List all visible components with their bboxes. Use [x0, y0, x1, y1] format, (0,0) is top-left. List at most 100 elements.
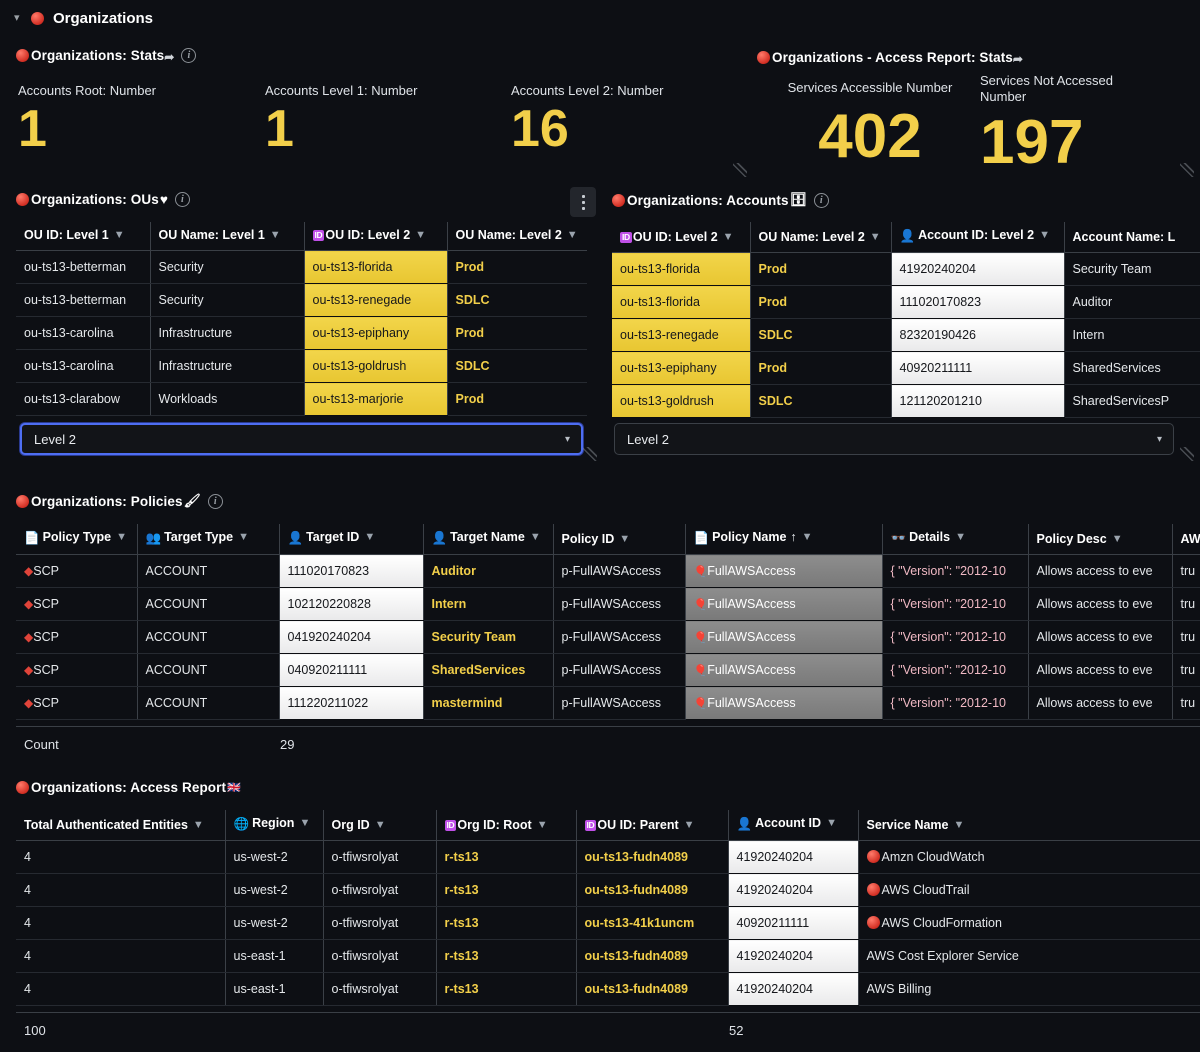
filter-icon[interactable]: ▼	[1039, 229, 1050, 241]
filter-icon[interactable]: ▼	[567, 229, 578, 241]
table-row[interactable]: ou-ts13-clarabow Workloads ou-ts13-marjori…	[16, 382, 587, 416]
red-dot-icon	[31, 12, 44, 25]
filter-icon[interactable]: ▼	[870, 231, 881, 243]
chevron-down-icon[interactable]: ▾	[1157, 434, 1162, 445]
cell-details: { "Version": "2012-10	[881, 554, 1028, 588]
resize-handle[interactable]	[583, 447, 597, 461]
cell-account-name-level-2: Security Team	[1063, 252, 1200, 286]
col-target-id[interactable]: 👤 Target ID ▼	[278, 524, 423, 555]
table-row[interactable]: ou-ts13-renegade SDLC 82320190426 Intern	[612, 318, 1200, 352]
col-details[interactable]: 👓 Details ▼	[881, 524, 1028, 555]
col-policy-type[interactable]: 📄 Policy Type ▼	[16, 524, 137, 555]
col-ou-name-level-2[interactable]: OU Name: Level 2 ▼	[749, 222, 891, 253]
filter-icon[interactable]: ▼	[415, 229, 426, 241]
filter-icon[interactable]: ▼	[954, 819, 965, 831]
table-row[interactable]: ◆SCP ACCOUNT 111220211022 mastermind p-FullA…	[16, 686, 1200, 720]
filter-icon[interactable]: ▼	[364, 531, 375, 543]
table-row[interactable]: ou-ts13-florida Prod 111020170823 Auditor	[612, 285, 1200, 319]
col-account-id[interactable]: 👤 Account ID ▼	[727, 810, 858, 841]
info-icon[interactable]: i	[174, 192, 190, 207]
cell-total-authenticated-entities: 4	[16, 840, 225, 874]
dashboard-page: ▾ Organizations Organizations: Stats ➦ i…	[0, 0, 1200, 1052]
person-icon: 👤	[736, 817, 753, 831]
filter-icon[interactable]: ▼	[802, 531, 813, 543]
table-row[interactable]: ◆SCP ACCOUNT 102120220828 Intern p-FullAWSAc…	[16, 587, 1200, 621]
chevron-down-icon[interactable]: ▾	[565, 434, 570, 445]
table-row[interactable]: ou-ts13-epiphany Prod 40920211111 SharedSer…	[612, 351, 1200, 385]
col-target-name[interactable]: 👤 Target Name ▼	[422, 524, 553, 555]
filter-icon[interactable]: ▼	[826, 817, 837, 829]
filter-icon[interactable]: ▼	[530, 531, 541, 543]
col-target-type[interactable]: 👥 Target Type ▼	[136, 524, 279, 555]
chevron-down-icon[interactable]: ▾	[14, 13, 24, 24]
table-row[interactable]: ◆SCP ACCOUNT 041920240204 Security Team p-Fu…	[16, 620, 1200, 654]
ous-panel-menu-button[interactable]	[570, 187, 596, 217]
filter-icon[interactable]: ▼	[955, 531, 966, 543]
col-region[interactable]: 🌐 Region ▼	[224, 810, 323, 841]
filter-icon[interactable]: ▼	[375, 819, 386, 831]
table-row[interactable]: ou-ts13-betterman Security ou-ts13-florida…	[16, 250, 587, 284]
filter-icon[interactable]: ▼	[193, 819, 204, 831]
filter-icon[interactable]: ▼	[238, 531, 249, 543]
col-policy-id[interactable]: Policy ID ▼	[552, 524, 685, 555]
resize-handle[interactable]	[1180, 163, 1194, 177]
col-ou-id-level-2[interactable]: ID OU ID: Level 2 ▼	[303, 222, 447, 251]
firecracker-icon: 🎈	[693, 566, 708, 578]
filter-icon[interactable]: ▼	[116, 531, 127, 543]
table-row[interactable]: 4 us-west-2 o-tfiwsrolyat r-ts13 ou-ts13-41k…	[16, 906, 1200, 940]
table-row[interactable]: ou-ts13-carolina Infrastructure ou-ts13-ep…	[16, 316, 587, 350]
table-row[interactable]: 4 us-west-2 o-tfiwsrolyat r-ts13 ou-ts13-fud…	[16, 873, 1200, 907]
info-icon[interactable]: i	[181, 48, 197, 63]
table-row[interactable]: ou-ts13-florida Prod 41920240204 Security T…	[612, 252, 1200, 286]
table-row[interactable]: ◆SCP ACCOUNT 111020170823 Auditor p-FullAWSA…	[16, 554, 1200, 588]
cell-account-id: 41920240204	[727, 939, 858, 973]
col-ou-id-level-1[interactable]: OU ID: Level 1 ▼	[16, 222, 150, 251]
col-ou-id-parent[interactable]: ID OU ID: Parent ▼	[575, 810, 728, 841]
ous-level-select[interactable]: Level 2 ▾	[20, 423, 583, 455]
col-org-id[interactable]: Org ID ▼	[322, 810, 436, 841]
accounts-panel-title: Organizations: Accounts	[627, 192, 789, 208]
stats-right-title: Organizations - Access Report: Stats	[772, 50, 1013, 65]
col-org-id-root[interactable]: ID Org ID: Root ▼	[435, 810, 576, 841]
col-ou-name-level-1[interactable]: OU Name: Level 1 ▼	[149, 222, 304, 251]
col-account-id-level-2[interactable]: 👤 Account ID: Level 2 ▼	[890, 222, 1064, 253]
cell-target-id: 041920240204	[278, 620, 423, 654]
info-icon[interactable]: i	[813, 192, 829, 208]
table-row[interactable]: ou-ts13-betterman Security ou-ts13-renegad…	[16, 283, 587, 317]
table-row[interactable]: 4 us-west-2 o-tfiwsrolyat r-ts13 ou-ts13-fud…	[16, 840, 1200, 874]
col-policy-desc[interactable]: Policy Desc ▼	[1027, 524, 1172, 555]
filter-icon[interactable]: ▼	[114, 229, 125, 241]
col-ou-id-level-2[interactable]: ID OU ID: Level 2 ▼	[612, 222, 750, 253]
col-policy-name[interactable]: 📄 Policy Name ↑ ▼	[684, 524, 882, 555]
filter-icon[interactable]: ▼	[723, 231, 734, 243]
col-aws-managed[interactable]: AW	[1171, 524, 1200, 555]
accounts-level-select[interactable]: Level 2 ▾	[614, 423, 1174, 455]
resize-handle[interactable]	[733, 163, 747, 177]
cell-service-name: AWS Cost Explorer Service	[857, 939, 1200, 973]
table-row[interactable]: 4 us-east-1 o-tfiwsrolyat r-ts13 ou-ts13-fud…	[16, 972, 1200, 1006]
stat-label: Services Accessible Number	[787, 80, 953, 95]
col-service-name[interactable]: Service Name ▼	[857, 810, 1200, 841]
table-row[interactable]: 4 us-east-1 o-tfiwsrolyat r-ts13 ou-ts13-fud…	[16, 939, 1200, 973]
cell-org-id-root: r-ts13	[435, 972, 576, 1006]
filter-icon[interactable]: ▼	[684, 819, 695, 831]
cell-ou-id-parent: ou-ts13-fudn4089	[575, 840, 728, 874]
cell-details: { "Version": "2012-10	[881, 653, 1028, 687]
col-total-authenticated-entities[interactable]: Total Authenticated Entities ▼	[16, 810, 225, 841]
resize-handle[interactable]	[1180, 447, 1194, 461]
table-row[interactable]: ◆SCP ACCOUNT 040920211111 SharedServices p-F…	[16, 653, 1200, 687]
filter-icon[interactable]: ▼	[537, 819, 548, 831]
root-section-header[interactable]: ▾ Organizations	[14, 10, 153, 27]
table-row[interactable]: ou-ts13-goldrush SDLC 121120201210 SharedSe…	[612, 384, 1200, 418]
info-icon[interactable]: i	[207, 493, 223, 509]
cell-service-name: AWS Billing	[857, 972, 1200, 1006]
sort-asc-icon[interactable]: ↑	[790, 530, 796, 544]
filter-icon[interactable]: ▼	[270, 229, 281, 241]
col-account-name-level-2[interactable]: Account Name: L	[1063, 222, 1200, 253]
filter-icon[interactable]: ▼	[619, 533, 630, 545]
accounts-level-select-value: Level 2	[627, 431, 669, 447]
col-ou-name-level-2[interactable]: OU Name: Level 2 ▼	[446, 222, 587, 251]
filter-icon[interactable]: ▼	[299, 817, 310, 829]
table-row[interactable]: ou-ts13-carolina Infrastructure ou-ts13-go…	[16, 349, 587, 383]
filter-icon[interactable]: ▼	[1112, 533, 1123, 545]
